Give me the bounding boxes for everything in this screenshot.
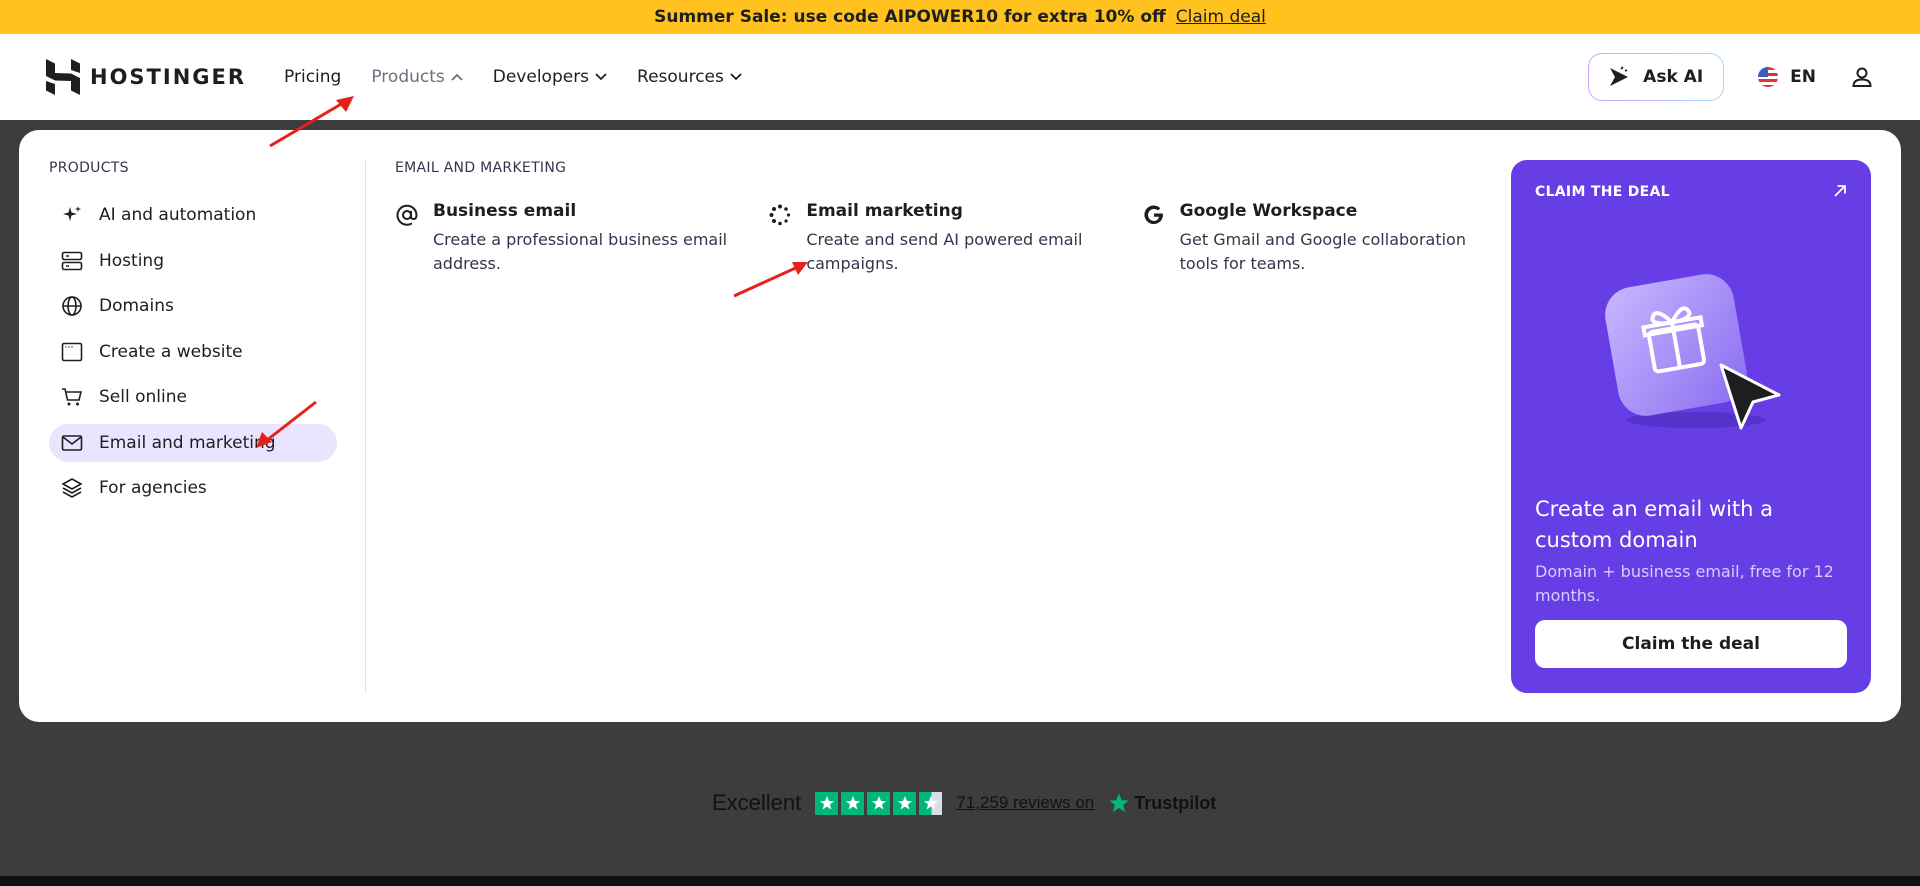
menu-item-domains[interactable]: Domains bbox=[49, 287, 337, 325]
email-section-title: EMAIL AND MARKETING bbox=[395, 160, 567, 176]
at-icon bbox=[396, 204, 418, 226]
menu-item-label: AI and automation bbox=[99, 205, 257, 225]
products-section-title: PRODUCTS bbox=[49, 160, 129, 176]
trustpilot-brand: Trustpilot bbox=[1134, 792, 1217, 813]
email-marketing-column: EMAIL AND MARKETING Business email Creat… bbox=[395, 160, 1515, 276]
nav-developers[interactable]: Developers bbox=[493, 67, 607, 87]
nav-products[interactable]: Products bbox=[371, 67, 463, 87]
nav-pricing-label: Pricing bbox=[284, 67, 342, 87]
google-icon bbox=[1144, 205, 1163, 225]
promo-text: Summer Sale: use code AIPOWER10 for extr… bbox=[654, 7, 1166, 27]
star-icon bbox=[815, 791, 839, 815]
bottom-edge-bar bbox=[0, 876, 1920, 886]
layers-icon bbox=[61, 478, 83, 498]
products-menu: AI and automation Hosting Domains Create… bbox=[49, 196, 349, 507]
browser-window-icon bbox=[61, 342, 83, 361]
trustpilot-rating: Excellent 71,259 reviews on Trustpilot bbox=[712, 790, 1216, 816]
loader-icon bbox=[769, 204, 791, 226]
nav-pricing[interactable]: Pricing bbox=[284, 67, 341, 87]
card-title: Email marketing bbox=[806, 201, 963, 221]
claim-deal-link[interactable]: Claim deal bbox=[1176, 7, 1266, 27]
column-divider bbox=[365, 160, 366, 693]
logo[interactable]: HOSTINGER bbox=[46, 59, 246, 95]
logo-text: HOSTINGER bbox=[90, 65, 247, 89]
nav-developers-label: Developers bbox=[492, 67, 590, 87]
chevron-down-icon bbox=[595, 73, 607, 81]
star-icon bbox=[841, 791, 865, 815]
star-rating bbox=[815, 791, 943, 815]
menu-item-for-agencies[interactable]: For agencies bbox=[49, 469, 337, 507]
menu-item-label: Create a website bbox=[99, 341, 243, 362]
hostinger-logo-icon bbox=[46, 59, 80, 95]
deal-label: CLAIM THE DEAL bbox=[1535, 184, 1670, 200]
card-description: Create and send AI powered email campaig… bbox=[806, 230, 1083, 273]
header-actions: Ask AI EN bbox=[1588, 53, 1874, 101]
card-description: Get Gmail and Google collaboration tools… bbox=[1179, 230, 1466, 273]
menu-item-hosting[interactable]: Hosting bbox=[49, 242, 337, 280]
nav-resources-label: Resources bbox=[637, 67, 724, 87]
menu-item-create-website[interactable]: Create a website bbox=[49, 333, 337, 371]
products-mega-menu: PRODUCTS AI and automation Hosting Domai… bbox=[19, 130, 1901, 722]
mail-icon bbox=[61, 434, 83, 451]
menu-item-email-marketing[interactable]: Email and marketing bbox=[49, 423, 337, 462]
trustpilot-star-icon bbox=[1109, 793, 1129, 812]
menu-item-label: For agencies bbox=[99, 478, 207, 498]
chevron-up-icon bbox=[451, 73, 463, 81]
products-column: PRODUCTS AI and automation Hosting Domai… bbox=[49, 160, 349, 515]
menu-item-label: Domains bbox=[99, 296, 174, 316]
server-icon bbox=[61, 251, 83, 270]
claim-deal-card[interactable]: CLAIM THE DEAL Create an email with a cu… bbox=[1511, 160, 1871, 693]
menu-item-label: Hosting bbox=[99, 250, 164, 271]
rating-word: Excellent bbox=[712, 790, 802, 815]
menu-item-sell-online[interactable]: Sell online bbox=[49, 378, 337, 416]
star-icon bbox=[893, 791, 917, 815]
deal-description: Domain + business email, free for 12 mon… bbox=[1535, 562, 1834, 605]
card-title: Google Workspace bbox=[1179, 201, 1358, 221]
trustpilot-logo[interactable]: Trustpilot bbox=[1108, 792, 1216, 814]
arrow-up-right-icon[interactable] bbox=[1833, 184, 1847, 198]
product-cards: Business email Create a professional bus… bbox=[395, 201, 1515, 276]
menu-item-ai-automation[interactable]: AI and automation bbox=[49, 196, 337, 234]
card-google-workspace[interactable]: Google Workspace Get Gmail and Google co… bbox=[1142, 201, 1515, 276]
us-flag-icon bbox=[1758, 67, 1779, 87]
language-label: EN bbox=[1790, 67, 1816, 87]
reviews-link[interactable]: 71,259 reviews on bbox=[956, 793, 1094, 813]
ask-ai-button[interactable]: Ask AI bbox=[1588, 53, 1724, 101]
claim-the-deal-button[interactable]: Claim the deal bbox=[1535, 620, 1847, 668]
menu-item-label: Email and marketing bbox=[99, 432, 276, 453]
star-icon bbox=[867, 791, 891, 815]
card-description: Create a professional business email add… bbox=[433, 230, 728, 273]
card-email-marketing[interactable]: Email marketing Create and send AI power… bbox=[768, 201, 1141, 276]
nav-resources[interactable]: Resources bbox=[637, 67, 742, 87]
gift-cursor-illustration-icon bbox=[1605, 274, 1781, 430]
sparkle-icon bbox=[63, 206, 81, 221]
ai-sparkle-icon bbox=[1610, 66, 1629, 86]
globe-icon bbox=[62, 296, 82, 316]
card-business-email[interactable]: Business email Create a professional bus… bbox=[395, 201, 768, 276]
half-star-icon bbox=[919, 791, 943, 815]
cart-icon bbox=[62, 388, 83, 406]
chevron-down-icon bbox=[730, 73, 742, 81]
user-account-icon[interactable] bbox=[1850, 65, 1874, 89]
main-nav: Pricing Products Developers Resources bbox=[284, 67, 742, 87]
language-selector[interactable]: EN bbox=[1758, 67, 1816, 87]
deal-title: Create an email with a custom domain bbox=[1535, 497, 1773, 552]
nav-products-label: Products bbox=[371, 67, 445, 87]
promo-banner: Summer Sale: use code AIPOWER10 for extr… bbox=[0, 0, 1920, 34]
menu-item-label: Sell online bbox=[99, 387, 187, 407]
deal-header: CLAIM THE DEAL bbox=[1535, 184, 1847, 200]
site-header: HOSTINGER Pricing Products Developers Re… bbox=[0, 34, 1920, 120]
ask-ai-label: Ask AI bbox=[1643, 67, 1704, 87]
card-title: Business email bbox=[433, 201, 577, 221]
